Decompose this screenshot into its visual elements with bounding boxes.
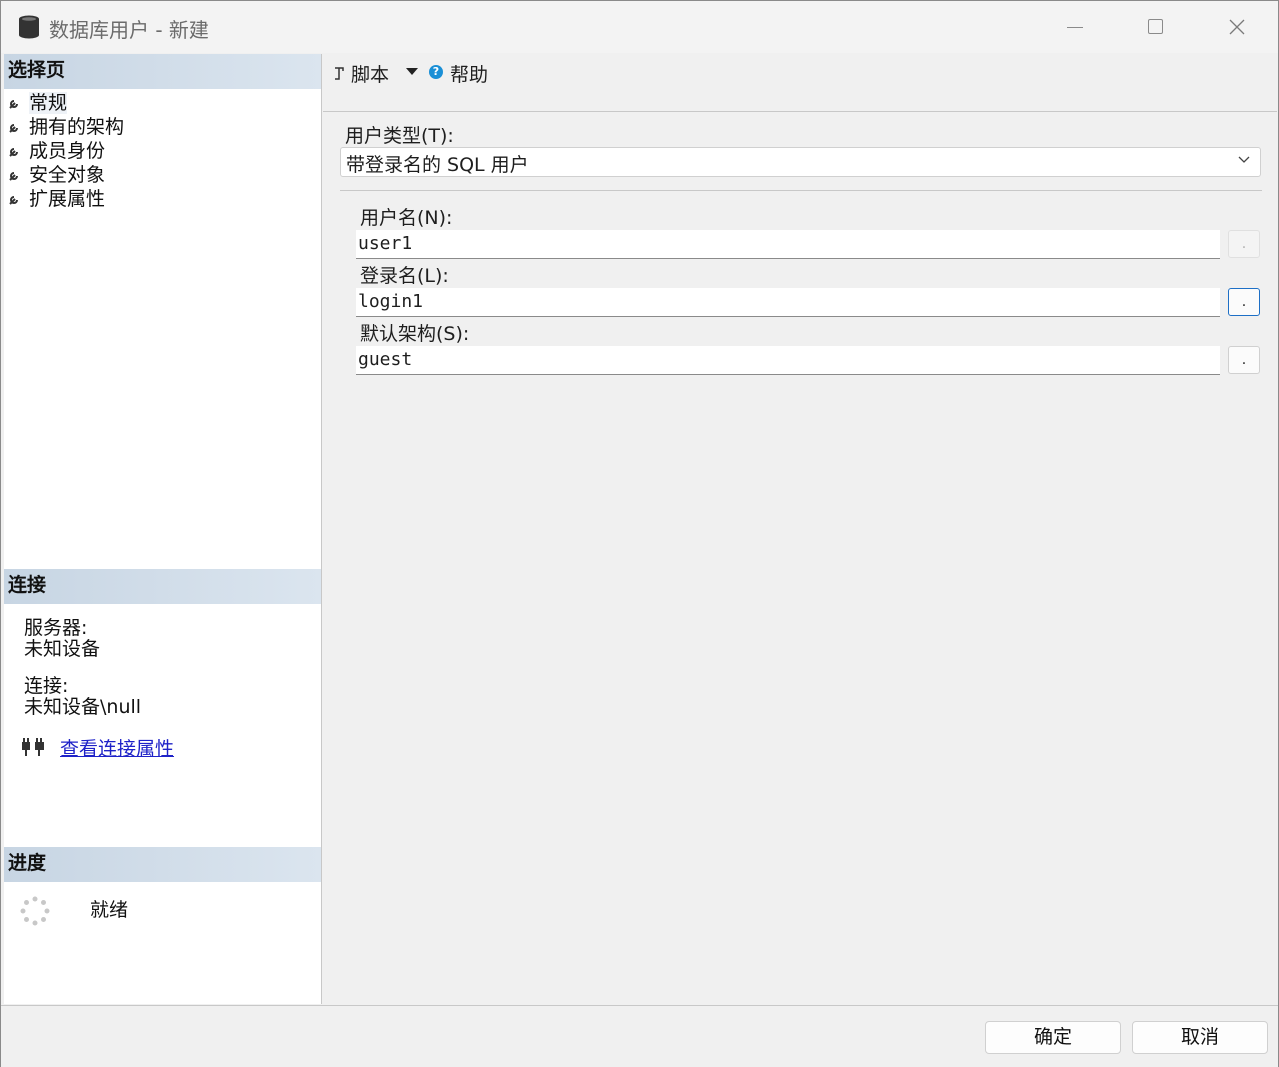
wrench-icon xyxy=(9,100,18,109)
help-icon[interactable]: ? xyxy=(429,65,443,79)
default-schema-label: 默认架构(S): xyxy=(360,323,470,345)
close-icon xyxy=(1229,19,1245,35)
progress-header: 进度 xyxy=(4,847,321,882)
separator xyxy=(340,190,1262,191)
title-bar: 数据库用户 - 新建 xyxy=(1,1,1278,53)
wrench-icon xyxy=(9,172,18,181)
progress-status: 就绪 xyxy=(90,899,129,921)
close-button[interactable] xyxy=(1214,9,1260,45)
wrench-icon xyxy=(9,148,18,157)
login-browse-button[interactable]: . xyxy=(1228,288,1260,316)
user-type-label: 用户类型(T): xyxy=(345,125,454,147)
username-input[interactable]: user1 xyxy=(356,230,1220,259)
page-item-label: 拥有的架构 xyxy=(29,116,125,138)
button-bar: 确定 取消 xyxy=(1,1005,1278,1067)
maximize-button[interactable] xyxy=(1133,9,1179,45)
window-title: 数据库用户 - 新建 xyxy=(49,18,209,42)
page-item-label: 常规 xyxy=(29,92,68,114)
cancel-button[interactable]: 取消 xyxy=(1132,1021,1268,1054)
user-type-select[interactable]: 带登录名的 SQL 用户 xyxy=(340,147,1261,177)
dialog-window: 数据库用户 - 新建 选择页 常规 拥有的架构 成员身份 安全对象 扩展属性 连… xyxy=(0,0,1279,1067)
help-button[interactable]: 帮助 xyxy=(450,60,488,87)
default-schema-input[interactable]: guest xyxy=(356,346,1220,375)
view-connection-properties-link[interactable]: 查看连接属性 xyxy=(60,734,174,761)
left-pane: 选择页 常规 拥有的架构 成员身份 安全对象 扩展属性 连接 服务器: 未知设备… xyxy=(4,54,322,1004)
connection-label: 连接: xyxy=(24,675,69,697)
login-label: 登录名(L): xyxy=(360,265,449,287)
wrench-icon xyxy=(9,196,18,205)
select-page-header: 选择页 xyxy=(4,54,321,89)
minimize-button[interactable] xyxy=(1053,9,1099,45)
toolbar: 脚本 ? 帮助 xyxy=(323,54,1277,112)
server-label: 服务器: xyxy=(24,617,88,639)
page-item-general[interactable]: 常规 xyxy=(4,91,321,115)
database-icon xyxy=(18,15,40,39)
page-item-label: 扩展属性 xyxy=(29,188,106,210)
page-item-label: 安全对象 xyxy=(29,164,106,186)
script-button[interactable]: 脚本 xyxy=(351,60,389,87)
login-input[interactable]: login1 xyxy=(356,288,1220,317)
page-item-label: 成员身份 xyxy=(29,140,106,162)
connection-value: 未知设备\null xyxy=(24,696,142,718)
plug-icon xyxy=(20,736,48,762)
connection-header: 连接 xyxy=(4,569,321,604)
ok-button[interactable]: 确定 xyxy=(985,1021,1121,1054)
username-browse-button[interactable]: . xyxy=(1228,230,1260,258)
script-icon[interactable] xyxy=(333,66,345,85)
page-item-securables[interactable]: 安全对象 xyxy=(4,163,321,187)
user-type-value: 带登录名的 SQL 用户 xyxy=(346,154,529,176)
page-item-owned-schemas[interactable]: 拥有的架构 xyxy=(4,115,321,139)
page-item-extended-properties[interactable]: 扩展属性 xyxy=(4,187,321,211)
page-item-membership[interactable]: 成员身份 xyxy=(4,139,321,163)
username-label: 用户名(N): xyxy=(360,207,453,229)
right-pane: 脚本 ? 帮助 用户类型(T): 带登录名的 SQL 用户 用户名(N): us… xyxy=(323,54,1277,1004)
wrench-icon xyxy=(9,124,18,133)
page-list: 常规 拥有的架构 成员身份 安全对象 扩展属性 xyxy=(4,91,321,211)
schema-browse-button[interactable]: . xyxy=(1228,346,1260,374)
server-value: 未知设备 xyxy=(24,638,101,660)
spinner-icon xyxy=(20,896,50,930)
script-dropdown-icon[interactable] xyxy=(406,68,418,75)
chevron-down-icon xyxy=(1238,156,1250,163)
